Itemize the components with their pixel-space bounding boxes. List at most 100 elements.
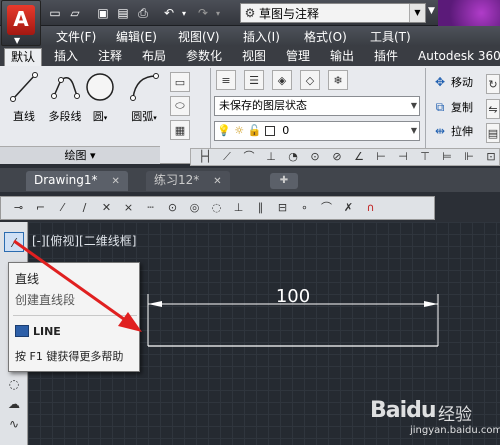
print-icon[interactable]: ⎙ bbox=[134, 4, 152, 22]
layer-state-icon[interactable]: ☰ bbox=[244, 70, 264, 90]
layer-dropdown[interactable]: 💡 ☼ 🔓 0 ▼ bbox=[214, 121, 420, 141]
customize-qat-icon[interactable]: ▼ bbox=[428, 6, 435, 16]
copy-tool[interactable]: ⧉ 复制 bbox=[432, 99, 473, 115]
layer-properties-icon[interactable]: ≡ bbox=[216, 70, 236, 90]
perpendicular-icon[interactable]: ⊥ bbox=[229, 199, 248, 217]
tab-layout[interactable]: 布局 bbox=[136, 48, 172, 66]
ellipse-icon[interactable]: ⬭ bbox=[170, 96, 190, 116]
arc-tool[interactable]: 圆弧▾ bbox=[124, 70, 164, 124]
jogged-icon[interactable]: ⊙ bbox=[307, 150, 323, 164]
save-icon[interactable]: ▣ bbox=[94, 4, 112, 22]
menu-insert[interactable]: 插入(I) bbox=[243, 28, 280, 45]
tooltip-command: LINE bbox=[33, 325, 61, 338]
radius-icon[interactable]: ◔ bbox=[285, 150, 301, 164]
hatch-icon[interactable]: ▦ bbox=[170, 120, 190, 140]
line-tool[interactable]: 直线 bbox=[4, 70, 44, 124]
intersection-icon[interactable]: ✕ bbox=[97, 199, 116, 217]
chevron-down-icon: ▾ bbox=[103, 114, 108, 122]
close-icon[interactable]: ✕ bbox=[112, 176, 120, 187]
layer-freeze-icon[interactable]: ❄ bbox=[328, 70, 348, 90]
layer-unisolate-icon[interactable]: ◇ bbox=[300, 70, 320, 90]
tab-plugins[interactable]: 插件 bbox=[368, 48, 404, 66]
command-icon bbox=[15, 325, 29, 337]
continue-icon[interactable]: ⊤ bbox=[417, 150, 433, 164]
stretch-tool[interactable]: ⇹ 拉伸 bbox=[432, 123, 473, 139]
midpoint-icon[interactable]: ∕ bbox=[75, 199, 94, 217]
tolerance-icon[interactable]: ⊡ bbox=[483, 150, 499, 164]
tab-default[interactable]: 默认 bbox=[4, 48, 43, 66]
ordinate-icon[interactable]: ⊥ bbox=[263, 150, 279, 164]
undo-icon[interactable]: ↶ bbox=[160, 4, 178, 22]
extension-icon[interactable]: ┄ bbox=[141, 199, 160, 217]
new-icon[interactable]: ▭ bbox=[46, 4, 64, 22]
none-icon[interactable]: ✗ bbox=[339, 199, 358, 217]
layer-state-dropdown[interactable]: 未保存的图层状态 ▼ bbox=[214, 96, 420, 116]
menu-edit[interactable]: 编辑(E) bbox=[116, 28, 157, 45]
menu-file[interactable]: 文件(F) bbox=[56, 28, 96, 45]
tab-manage[interactable]: 管理 bbox=[280, 48, 316, 66]
workspace-selector[interactable]: ⚙ 草图与注释 ▼ bbox=[240, 3, 426, 23]
menu-bar: 文件(F) 编辑(E) 视图(V) 插入(I) 格式(O) 工具(T) bbox=[0, 26, 500, 46]
quick-access-toolbar: ▭ ▱ ▣ ▤ ⎙ ↶ ▾ ↷ ▾ bbox=[46, 4, 222, 22]
menu-format[interactable]: 格式(O) bbox=[304, 28, 347, 45]
layer-isolate-icon[interactable]: ◈ bbox=[272, 70, 292, 90]
snap-from-icon[interactable]: ⌐ bbox=[31, 199, 50, 217]
tangent-icon[interactable]: ◌ bbox=[207, 199, 226, 217]
scale-icon[interactable]: ▤ bbox=[486, 123, 500, 143]
apparent-intersection-icon[interactable]: ⨯ bbox=[119, 199, 138, 217]
tab-autodesk-360[interactable]: Autodesk 360 bbox=[412, 48, 500, 66]
move-icon: ✥ bbox=[434, 75, 446, 89]
application-menu-button[interactable]: A ▼ bbox=[1, 0, 41, 46]
revcloud-icon[interactable]: ☁ bbox=[4, 394, 24, 414]
stretch-icon: ⇹ bbox=[434, 124, 446, 138]
tab-view[interactable]: 视图 bbox=[236, 48, 272, 66]
mirror-icon[interactable]: ⇋ bbox=[486, 99, 500, 119]
aligned-dimension-icon[interactable]: ⟋ bbox=[219, 150, 235, 164]
current-layer-name: 0 bbox=[282, 124, 290, 137]
spline-icon[interactable]: ∿ bbox=[4, 414, 24, 434]
space-icon[interactable]: ⊨ bbox=[439, 150, 455, 164]
quick-dimension-icon[interactable]: ⊢ bbox=[373, 150, 389, 164]
arc-length-icon[interactable]: ⌒ bbox=[241, 150, 257, 164]
dimension-toolbar: ├┤ ⟋ ⌒ ⊥ ◔ ⊙ ⊘ ∠ ⊢ ⊣ ⊤ ⊨ ⊩ ⊡ bbox=[190, 148, 500, 166]
menu-view[interactable]: 视图(V) bbox=[178, 28, 220, 45]
rotate-icon[interactable]: ↻ bbox=[486, 74, 500, 94]
insert-icon[interactable]: ⊟ bbox=[273, 199, 292, 217]
quadrant-icon[interactable]: ◎ bbox=[185, 199, 204, 217]
osnap-settings-icon[interactable]: ∩ bbox=[361, 199, 380, 217]
tab-parametric[interactable]: 参数化 bbox=[180, 48, 228, 66]
linear-dimension-icon[interactable]: ├┤ bbox=[197, 150, 213, 164]
break-icon[interactable]: ⊩ bbox=[461, 150, 477, 164]
line-tool-button[interactable]: ⁄ bbox=[4, 232, 24, 252]
endpoint-icon[interactable]: ⁄ bbox=[53, 199, 72, 217]
diameter-icon[interactable]: ⊘ bbox=[329, 150, 345, 164]
baseline-icon[interactable]: ⊣ bbox=[395, 150, 411, 164]
temp-track-icon[interactable]: ⊸ bbox=[9, 199, 28, 217]
close-icon[interactable]: ✕ bbox=[213, 176, 221, 187]
redo-dropdown-icon[interactable]: ▾ bbox=[214, 4, 222, 22]
tab-insert[interactable]: 插入 bbox=[48, 48, 84, 66]
menu-tools[interactable]: 工具(T) bbox=[370, 28, 411, 45]
rectangle-icon[interactable]: ▭ bbox=[170, 72, 190, 92]
undo-dropdown-icon[interactable]: ▾ bbox=[180, 4, 188, 22]
tab-output[interactable]: 输出 bbox=[324, 48, 360, 66]
ellipse-arc-icon[interactable]: ◌ bbox=[4, 374, 24, 394]
new-tab-button[interactable]: ✚ bbox=[270, 173, 298, 189]
draw-panel-title[interactable]: 绘图 ▾ bbox=[0, 146, 160, 164]
parallel-icon[interactable]: ∥ bbox=[251, 199, 270, 217]
saveas-icon[interactable]: ▤ bbox=[114, 4, 132, 22]
tab-annotate[interactable]: 注释 bbox=[92, 48, 128, 66]
move-tool[interactable]: ✥ 移动 bbox=[432, 74, 473, 90]
open-icon[interactable]: ▱ bbox=[66, 4, 84, 22]
copy-icon: ⧉ bbox=[435, 99, 445, 114]
circle-tool[interactable]: 圆▾ bbox=[80, 70, 120, 124]
node-icon[interactable]: ∘ bbox=[295, 199, 314, 217]
nearest-icon[interactable]: ⌒ bbox=[317, 199, 336, 217]
chevron-down-icon: ▼ bbox=[14, 36, 21, 45]
center-icon[interactable]: ⊙ bbox=[163, 199, 182, 217]
angular-icon[interactable]: ∠ bbox=[351, 150, 367, 164]
chevron-down-icon: ▼ bbox=[410, 101, 417, 110]
file-tab-drawing1[interactable]: Drawing1* ✕ bbox=[26, 171, 128, 191]
file-tab-practice12[interactable]: 练习12* ✕ bbox=[146, 171, 230, 191]
redo-icon[interactable]: ↷ bbox=[194, 4, 212, 22]
